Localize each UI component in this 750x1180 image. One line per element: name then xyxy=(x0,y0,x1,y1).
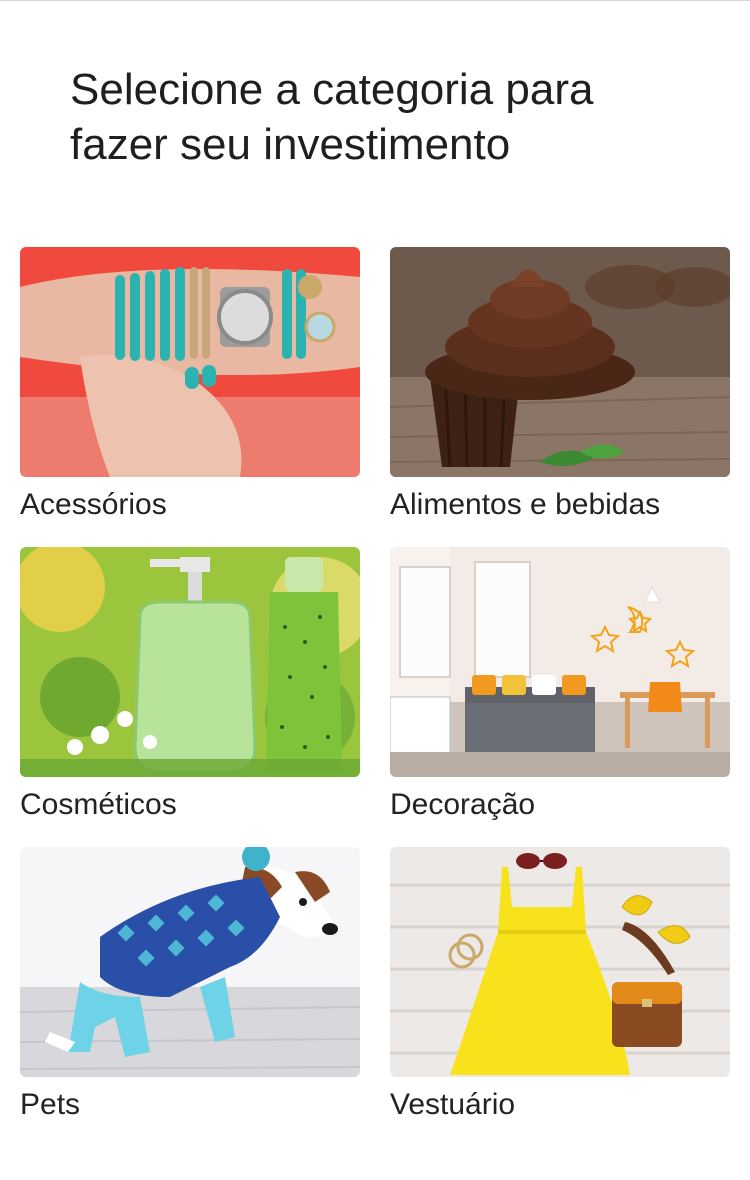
yellow-dress-photo xyxy=(390,847,730,1077)
category-card-alimentos-e-bebidas[interactable]: Alimentos e bebidas xyxy=(390,247,730,547)
top-divider xyxy=(0,0,750,1)
page-title: Selecione a categoria para fazer seu inv… xyxy=(70,62,690,172)
category-label: Cosméticos xyxy=(20,788,177,821)
category-label: Vestuário xyxy=(390,1088,516,1121)
category-label: Acessórios xyxy=(20,488,167,521)
page-title-line-2: fazer seu investimento xyxy=(70,120,511,169)
category-card-vestuario[interactable]: Vestuário xyxy=(390,847,730,1147)
category-label: Pets xyxy=(20,1088,81,1121)
category-card-acessorios[interactable]: Acessórios xyxy=(20,247,360,547)
category-grid: Acessórios Alimentos e bebidas Cosmético… xyxy=(20,247,730,1147)
living-room-photo xyxy=(390,547,730,777)
category-label: Decoração xyxy=(390,788,536,821)
chocolate-cupcake-photo xyxy=(390,247,730,477)
dog-in-sweater-photo xyxy=(20,847,360,1077)
category-label: Alimentos e bebidas xyxy=(390,488,661,521)
category-card-cosmeticos[interactable]: Cosméticos xyxy=(20,547,360,847)
page-title-line-1: Selecione a categoria para xyxy=(70,65,594,114)
cosmetic-bottles-photo xyxy=(20,547,360,777)
category-card-pets[interactable]: Pets xyxy=(20,847,360,1147)
bracelets-watch-photo xyxy=(20,247,360,477)
category-card-decoracao[interactable]: Decoração xyxy=(390,547,730,847)
